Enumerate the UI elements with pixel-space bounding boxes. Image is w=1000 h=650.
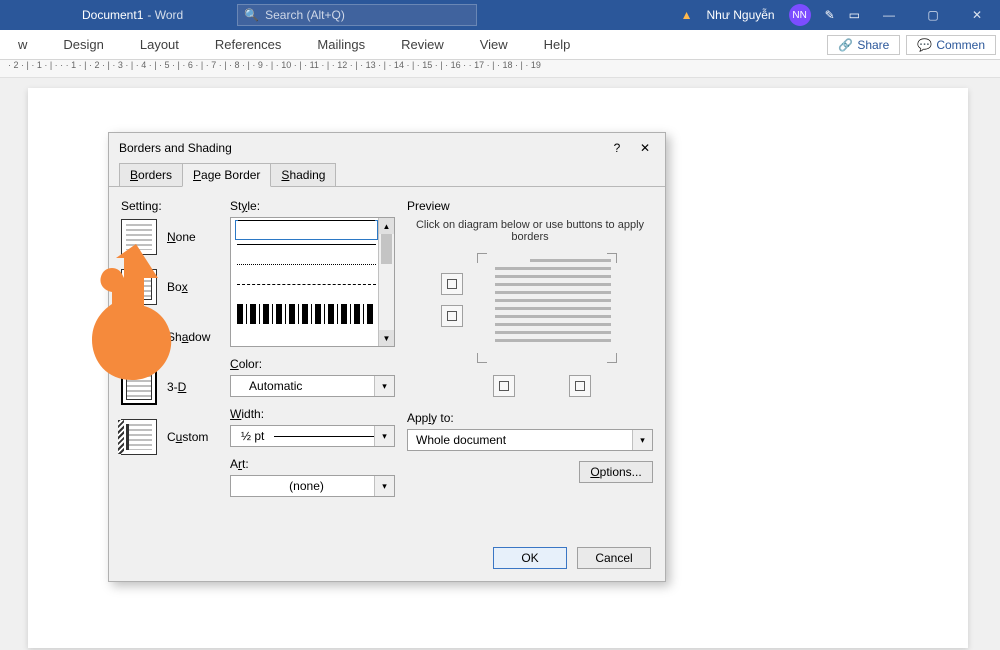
scroll-up-icon[interactable]: ▲ xyxy=(379,218,394,234)
color-value: Automatic xyxy=(231,379,374,393)
style-list[interactable]: ▲ ▼ xyxy=(230,217,395,347)
ok-button[interactable]: OK xyxy=(493,547,567,569)
borders-shading-dialog: Borders and Shading ? ✕ Borders Page Bor… xyxy=(108,132,666,582)
setting-none[interactable]: None xyxy=(121,219,218,255)
style-column: Style: ▲ ▼ Color: xyxy=(230,199,395,507)
setting-custom-thumb xyxy=(121,419,157,455)
chevron-down-icon: ▾ xyxy=(374,376,394,396)
ribbon-tab-view[interactable]: View xyxy=(462,30,526,60)
document-name: Document1 xyxy=(0,8,143,22)
setting-custom[interactable]: Custom xyxy=(121,419,218,455)
cancel-button[interactable]: Cancel xyxy=(577,547,651,569)
width-dropdown[interactable]: ½ pt ▾ xyxy=(230,425,395,447)
app-suffix: - Word xyxy=(147,8,183,22)
style-option[interactable] xyxy=(237,264,376,284)
search-box[interactable]: 🔍 Search (Alt+Q) xyxy=(237,4,477,26)
close-window-button[interactable]: ✕ xyxy=(962,0,992,30)
apply-to-dropdown[interactable]: Whole document ▾ xyxy=(407,429,653,451)
color-dropdown[interactable]: Automatic ▾ xyxy=(230,375,395,397)
setting-3d-thumb xyxy=(121,369,157,405)
art-label: Art: xyxy=(230,457,249,471)
title-bar: Document1 - Word 🔍 Search (Alt+Q) ▲ Như … xyxy=(0,0,1000,30)
ribbon-tab-review[interactable]: Review xyxy=(383,30,462,60)
width-value: ½ pt xyxy=(241,429,264,443)
border-left-button[interactable] xyxy=(493,375,515,397)
document-area: Borders and Shading ? ✕ Borders Page Bor… xyxy=(0,78,1000,650)
tab-borders[interactable]: Borders xyxy=(119,163,183,187)
ribbon: w Design Layout References Mailings Revi… xyxy=(0,30,1000,60)
tab-page-border[interactable]: Page Border xyxy=(182,163,271,187)
ribbon-tab-mailings[interactable]: Mailings xyxy=(299,30,383,60)
width-sample-line xyxy=(274,436,374,437)
share-button[interactable]: 🔗Share xyxy=(827,35,900,55)
style-option[interactable] xyxy=(237,284,376,304)
dialog-help-button[interactable]: ? xyxy=(607,141,627,155)
color-label: Color: xyxy=(230,357,262,371)
options-button[interactable]: Options... xyxy=(579,461,653,483)
width-label: Width: xyxy=(230,407,264,421)
setting-3d[interactable]: 3-D xyxy=(121,369,218,405)
style-option[interactable] xyxy=(237,304,376,324)
share-icon: 🔗 xyxy=(838,38,853,52)
search-icon: 🔍 xyxy=(244,8,259,22)
pen-icon[interactable]: ✎ xyxy=(825,8,835,22)
style-option[interactable] xyxy=(237,244,376,264)
search-placeholder: Search (Alt+Q) xyxy=(265,8,345,22)
setting-column: Setting: None Box Shadow 3-D xyxy=(121,199,218,507)
setting-none-thumb xyxy=(121,219,157,255)
apply-to-value: Whole document xyxy=(408,433,632,447)
border-bottom-button[interactable] xyxy=(441,305,463,327)
style-label: Style: xyxy=(230,199,260,213)
avatar[interactable]: NN xyxy=(789,4,811,26)
maximize-button[interactable]: ▢ xyxy=(918,0,948,30)
scroll-thumb[interactable] xyxy=(381,234,392,264)
setting-shadow-thumb xyxy=(121,319,157,355)
dialog-tabs: Borders Page Border Shading xyxy=(109,163,665,187)
ribbon-tab-help[interactable]: Help xyxy=(526,30,589,60)
ribbon-tab-references[interactable]: References xyxy=(197,30,299,60)
art-value: (none) xyxy=(231,479,374,493)
preview-hint: Click on diagram below or use buttons to… xyxy=(407,219,653,243)
dialog-footer: OK Cancel xyxy=(493,547,651,569)
setting-shadow[interactable]: Shadow xyxy=(121,319,218,355)
comment-icon: 💬 xyxy=(917,38,932,52)
setting-box-thumb xyxy=(121,269,157,305)
scroll-down-icon[interactable]: ▼ xyxy=(379,330,394,346)
tab-shading[interactable]: Shading xyxy=(270,163,336,187)
user-name[interactable]: Như Nguyễn xyxy=(707,8,775,22)
setting-box[interactable]: Box xyxy=(121,269,218,305)
dialog-close-button[interactable]: ✕ xyxy=(635,141,655,155)
ruler[interactable]: · 2 · | · 1 · | · · · 1 · | · 2 · | · 3 … xyxy=(0,60,1000,78)
chevron-down-icon: ▾ xyxy=(374,426,394,446)
ribbon-display-icon[interactable]: ▭ xyxy=(849,8,860,22)
style-scrollbar[interactable]: ▲ ▼ xyxy=(378,218,394,346)
warning-icon[interactable]: ▲ xyxy=(681,8,693,22)
chevron-down-icon: ▾ xyxy=(632,430,652,450)
setting-label: Setting: xyxy=(121,199,218,213)
dialog-titlebar[interactable]: Borders and Shading ? ✕ xyxy=(109,133,665,163)
chevron-down-icon: ▾ xyxy=(374,476,394,496)
border-top-button[interactable] xyxy=(441,273,463,295)
style-option-solid[interactable] xyxy=(235,220,378,240)
art-dropdown[interactable]: (none) ▾ xyxy=(230,475,395,497)
border-right-button[interactable] xyxy=(569,375,591,397)
preview-label: Preview xyxy=(407,199,653,213)
apply-to-label: Apply to: xyxy=(407,411,454,425)
ribbon-tab[interactable]: w xyxy=(0,30,45,60)
minimize-button[interactable]: — xyxy=(874,0,904,30)
preview-column: Preview Click on diagram below or use bu… xyxy=(407,199,653,507)
ribbon-tab-layout[interactable]: Layout xyxy=(122,30,197,60)
comments-button[interactable]: 💬Commen xyxy=(906,35,996,55)
ribbon-tab-design[interactable]: Design xyxy=(45,30,121,60)
preview-diagram[interactable] xyxy=(477,253,617,363)
dialog-title: Borders and Shading xyxy=(119,141,232,155)
